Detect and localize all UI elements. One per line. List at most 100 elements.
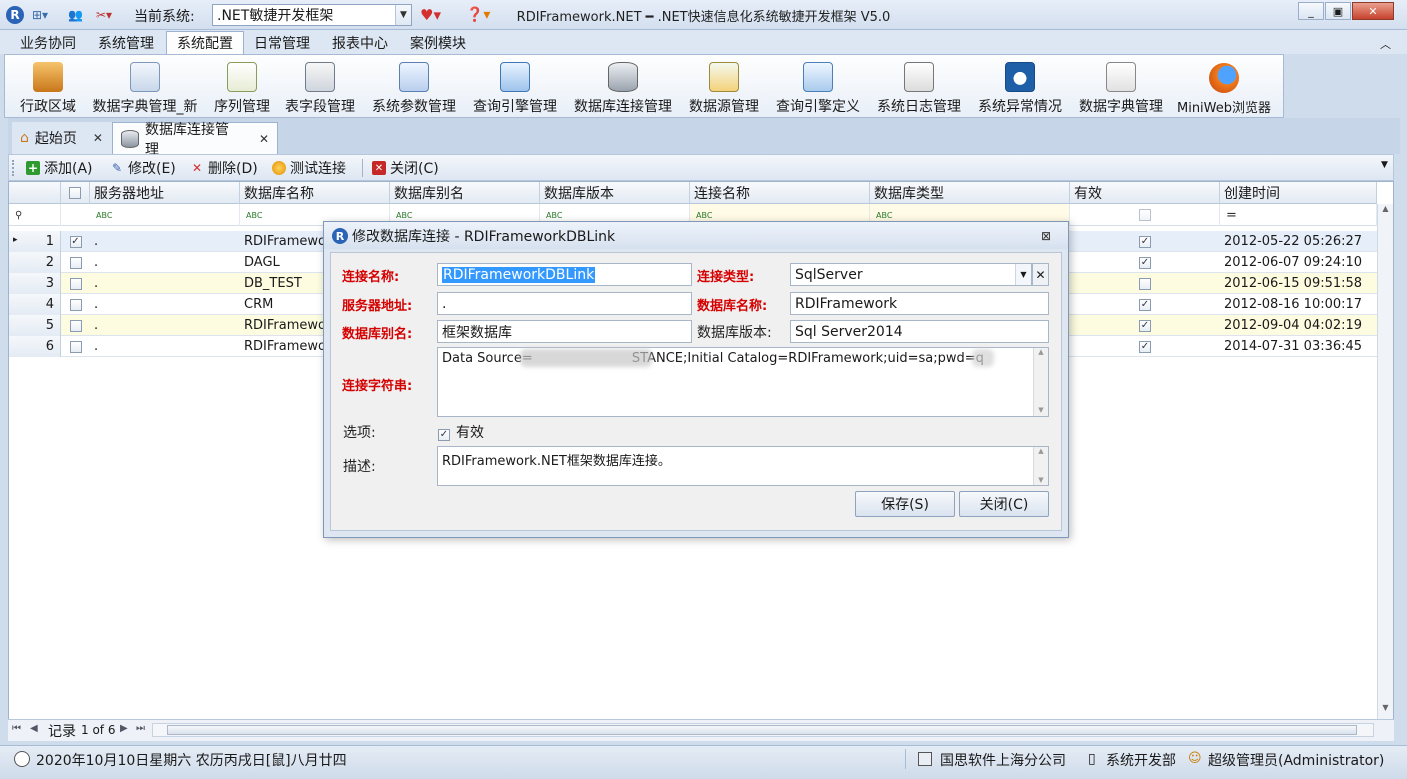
scroll-up-icon[interactable]: ▲ bbox=[1034, 348, 1048, 356]
delete-button[interactable]: ✕ 删除(D) bbox=[190, 158, 258, 178]
maximize-button[interactable]: ▣ bbox=[1325, 2, 1351, 20]
valid-check-icon[interactable]: ✓ bbox=[438, 429, 450, 441]
tab-db-connection[interactable]: 数据库连接管理 ✕ bbox=[112, 122, 278, 158]
cell-created[interactable]: 2012-06-07 09:24:10 bbox=[1220, 252, 1377, 273]
column-header-alias[interactable]: 数据库别名 bbox=[390, 182, 540, 204]
select-all-checkbox[interactable] bbox=[69, 186, 81, 199]
cell-created[interactable]: 2012-08-16 10:00:17 bbox=[1220, 294, 1377, 315]
last-record-icon[interactable]: ⏭ bbox=[136, 723, 145, 734]
ribbon-db-connection[interactable]: 数据库连接管理 bbox=[571, 58, 675, 116]
close-icon[interactable]: ✕ bbox=[93, 131, 103, 145]
cell-server[interactable]: . bbox=[90, 315, 240, 336]
filter-valid-checkbox[interactable] bbox=[1138, 209, 1151, 221]
column-header-valid[interactable]: 有效 bbox=[1070, 182, 1220, 204]
menu-tab-config[interactable]: 系统配置 bbox=[166, 31, 244, 54]
ribbon-datasource[interactable]: 数据源管理 bbox=[686, 58, 762, 116]
desc-scrollbar[interactable]: ▲ ▼ bbox=[1033, 447, 1048, 485]
menu-tab-cases[interactable]: 案例模块 bbox=[400, 31, 476, 54]
version-input[interactable]: Sql Server2014 bbox=[790, 320, 1049, 343]
cell-server[interactable]: . bbox=[90, 294, 240, 315]
cell-valid[interactable]: ✓ bbox=[1070, 315, 1220, 336]
desc-textarea[interactable]: RDIFramework.NET框架数据库连接。 ▲ ▼ bbox=[437, 446, 1049, 486]
save-button[interactable]: 保存(S) bbox=[855, 491, 955, 517]
valid-checkbox[interactable]: ✓ bbox=[438, 426, 450, 441]
valid-checkbox[interactable]: ✓ bbox=[1139, 340, 1151, 353]
valid-checkbox[interactable]: ✓ bbox=[1139, 256, 1151, 269]
valid-checkbox-label[interactable]: 有效 bbox=[456, 422, 484, 442]
menu-tab-system[interactable]: 系统管理 bbox=[88, 31, 164, 54]
row-select-cell[interactable] bbox=[61, 336, 90, 357]
prev-record-icon[interactable]: ◀ bbox=[30, 723, 38, 734]
ribbon-dict-new[interactable]: 数据字典管理_新 bbox=[88, 58, 202, 116]
chevron-down-icon[interactable]: ▼ bbox=[1015, 264, 1031, 285]
cell-created[interactable]: 2014-07-31 03:36:45 bbox=[1220, 336, 1377, 357]
ribbon-dict[interactable]: 数据字典管理 bbox=[1076, 58, 1166, 116]
ribbon-table-fields[interactable]: 表字段管理 bbox=[282, 58, 358, 116]
row-select-cell[interactable]: ✓ bbox=[61, 231, 90, 252]
scroll-down-icon[interactable]: ▼ bbox=[1034, 476, 1048, 484]
row-select-cell[interactable] bbox=[61, 273, 90, 294]
close-icon[interactable]: ✕ bbox=[259, 132, 269, 146]
minimize-button[interactable]: _ bbox=[1298, 2, 1324, 20]
column-header-created[interactable]: 创建时间 bbox=[1220, 182, 1377, 204]
filter-valid[interactable] bbox=[1070, 204, 1220, 226]
ribbon-sequence[interactable]: 序列管理 bbox=[212, 58, 272, 116]
scroll-up-icon[interactable]: ▲ bbox=[1034, 447, 1048, 455]
valid-checkbox[interactable]: ✓ bbox=[1139, 235, 1151, 248]
cell-created[interactable]: 2012-09-04 04:02:19 bbox=[1220, 315, 1377, 336]
dialog-close-icon[interactable]: ⊠ bbox=[1041, 229, 1051, 243]
scroll-up-icon[interactable]: ▲ bbox=[1378, 204, 1393, 220]
valid-checkbox[interactable]: ✓ bbox=[1139, 298, 1151, 311]
conn-name-input[interactable]: RDIFrameworkDBLink bbox=[437, 263, 692, 286]
ribbon-miniweb[interactable]: MiniWeb浏览器 bbox=[1176, 58, 1272, 116]
valid-checkbox[interactable]: ✓ bbox=[1139, 319, 1151, 332]
next-record-icon[interactable]: ▶ bbox=[120, 723, 128, 734]
valid-checkbox[interactable] bbox=[1139, 277, 1151, 290]
tab-home[interactable]: ⌂ 起始页 ✕ bbox=[12, 122, 112, 154]
row-select-checkbox[interactable]: ✓ bbox=[69, 235, 82, 248]
column-header-version[interactable]: 数据库版本 bbox=[540, 182, 690, 204]
collapse-ribbon-icon[interactable]: ︿ bbox=[1380, 36, 1391, 52]
cell-server[interactable]: . bbox=[90, 231, 240, 252]
dialog-title-bar[interactable]: 修改数据库连接 - RDIFrameworkDBLink bbox=[324, 222, 1068, 249]
cell-server[interactable]: . bbox=[90, 273, 240, 294]
row-select-cell[interactable] bbox=[61, 315, 90, 336]
conn-type-select[interactable]: SqlServer ▼ bbox=[790, 263, 1032, 286]
cell-server[interactable]: . bbox=[90, 252, 240, 273]
cell-server[interactable]: . bbox=[90, 336, 240, 357]
cell-valid[interactable]: ✓ bbox=[1070, 231, 1220, 252]
ribbon-query-engine[interactable]: 查询引擎管理 bbox=[470, 58, 560, 116]
alias-input[interactable]: 框架数据库 bbox=[437, 320, 692, 343]
cell-created[interactable]: 2012-06-15 09:51:58 bbox=[1220, 273, 1377, 294]
ribbon-sys-params[interactable]: 系统参数管理 bbox=[369, 58, 459, 116]
test-connection-button[interactable]: 测试连接 bbox=[272, 158, 346, 178]
row-select-checkbox[interactable] bbox=[69, 277, 82, 290]
column-header-dbtype[interactable]: 数据库类型 bbox=[870, 182, 1070, 204]
row-select-cell[interactable] bbox=[61, 294, 90, 315]
server-input[interactable]: . bbox=[437, 292, 692, 315]
connstr-scrollbar[interactable]: ▲ ▼ bbox=[1033, 348, 1048, 416]
scroll-down-icon[interactable]: ▼ bbox=[1378, 703, 1393, 719]
first-record-icon[interactable]: ⏮ bbox=[12, 723, 21, 734]
row-select-checkbox[interactable] bbox=[69, 340, 82, 353]
edit-button[interactable]: ✎ 修改(E) bbox=[110, 158, 176, 178]
clear-type-button[interactable]: ✕ bbox=[1032, 263, 1049, 286]
menu-tab-daily[interactable]: 日常管理 bbox=[244, 31, 320, 54]
ribbon-sys-log[interactable]: 系统日志管理 bbox=[874, 58, 964, 116]
cell-valid[interactable] bbox=[1070, 273, 1220, 294]
ribbon-region[interactable]: 行政区域 bbox=[18, 58, 78, 116]
menu-tab-report[interactable]: 报表中心 bbox=[322, 31, 398, 54]
column-header-conn-name[interactable]: 连接名称 bbox=[690, 182, 870, 204]
row-select-checkbox[interactable] bbox=[69, 298, 82, 311]
dialog-close-button[interactable]: 关闭(C) bbox=[959, 491, 1049, 517]
close-window-button[interactable]: ✕ bbox=[1352, 2, 1394, 20]
filter-server[interactable]: ABC bbox=[90, 204, 240, 226]
scroll-down-icon[interactable]: ▼ bbox=[1034, 406, 1048, 414]
row-select-checkbox[interactable] bbox=[69, 319, 82, 332]
close-module-button[interactable]: ✕ 关闭(C) bbox=[372, 158, 439, 178]
menu-tab-collab[interactable]: 业务协同 bbox=[10, 31, 86, 54]
ribbon-sys-exception[interactable]: 系统异常情况 bbox=[975, 58, 1065, 116]
dbname-input[interactable]: RDIFramework bbox=[790, 292, 1049, 315]
column-header-dbname[interactable]: 数据库名称 bbox=[240, 182, 390, 204]
row-select-checkbox[interactable] bbox=[69, 256, 82, 269]
